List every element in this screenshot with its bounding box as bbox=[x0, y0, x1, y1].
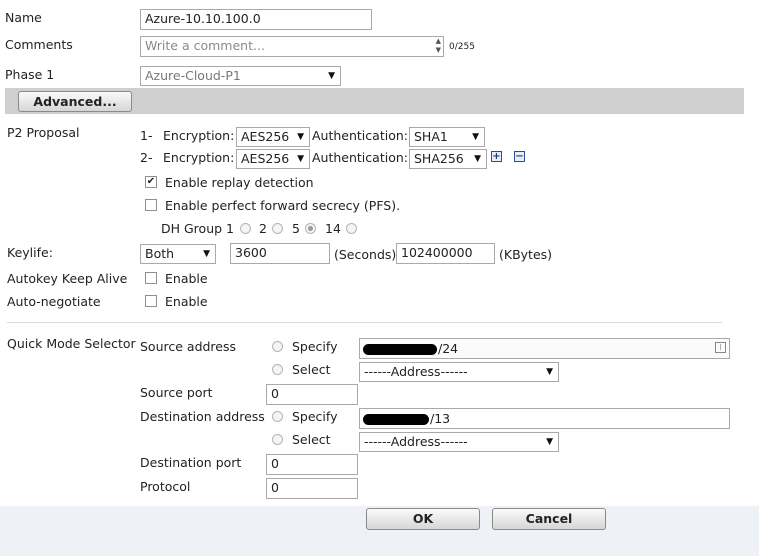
advanced-button[interactable]: Advanced... bbox=[18, 91, 132, 112]
destination-address-select[interactable]: ------Address------ ▼ bbox=[359, 432, 559, 452]
comments-textarea[interactable]: Write a comment... ▲ ▼ bbox=[140, 36, 444, 57]
dh-option-1-radio[interactable] bbox=[240, 223, 251, 234]
dh-option-14-radio[interactable] bbox=[346, 223, 357, 234]
comments-placeholder: Write a comment... bbox=[145, 38, 265, 53]
comments-label: Comments bbox=[5, 37, 73, 52]
proposal-1-auth-label: Authentication: bbox=[312, 128, 408, 143]
source-select-label: Select bbox=[292, 362, 331, 377]
proposal-2-encryption-value: AES256 bbox=[241, 151, 290, 166]
dh-group-label: DH Group bbox=[161, 221, 223, 236]
autokey-enable-label: Enable bbox=[165, 271, 208, 286]
add-proposal-icon[interactable]: + bbox=[491, 151, 502, 162]
keylife-label: Keylife: bbox=[7, 245, 53, 260]
quick-mode-selector-label: Quick Mode Selector bbox=[7, 336, 136, 351]
divider bbox=[7, 322, 722, 323]
source-address-select[interactable]: ------Address------ ▼ bbox=[359, 362, 559, 382]
keylife-type-select[interactable]: Both ▼ bbox=[140, 244, 216, 264]
proposal-1-encryption-select[interactable]: AES256 ▼ bbox=[236, 127, 310, 147]
proposal-1-index: 1- bbox=[140, 128, 153, 143]
source-port-label: Source port bbox=[140, 385, 213, 400]
dh-option-2-label: 2 bbox=[259, 221, 267, 236]
chevron-down-icon: ▼ bbox=[546, 437, 553, 447]
source-select-radio[interactable] bbox=[272, 364, 283, 375]
pfs-label: Enable perfect forward secrecy (PFS). bbox=[165, 198, 401, 213]
dh-option-5-label: 5 bbox=[292, 221, 300, 236]
redacted-mark bbox=[363, 344, 437, 355]
proposal-1-auth-select[interactable]: SHA1 ▼ bbox=[409, 127, 485, 147]
chevron-down-icon: ▼ bbox=[546, 367, 553, 377]
autokey-label: Autokey Keep Alive bbox=[7, 271, 128, 286]
source-port-input[interactable]: 0 bbox=[266, 384, 358, 405]
source-specify-label: Specify bbox=[292, 339, 338, 354]
proposal-2-encryption-select[interactable]: AES256 ▼ bbox=[236, 149, 310, 169]
proposal-1-encryption-value: AES256 bbox=[241, 129, 290, 144]
chevron-down-icon: ▼ bbox=[297, 132, 304, 142]
destination-select-radio[interactable] bbox=[272, 434, 283, 445]
phase1-label: Phase 1 bbox=[5, 67, 55, 82]
chevron-down-icon: ▼ bbox=[472, 132, 479, 142]
proposal-2-encryption-label: Encryption: bbox=[163, 150, 235, 165]
source-address-select-value: ------Address------ bbox=[364, 364, 468, 379]
dh-option-2-radio[interactable] bbox=[272, 223, 283, 234]
comment-counter: 0/255 bbox=[449, 42, 475, 52]
source-address-input[interactable]: /24 ⁝ bbox=[359, 338, 730, 359]
name-input[interactable]: Azure-10.10.100.0 bbox=[140, 9, 372, 30]
source-address-suffix: /24 bbox=[438, 341, 459, 356]
chevron-down-icon: ▼ bbox=[203, 249, 210, 259]
phase1-value: Azure-Cloud-P1 bbox=[145, 68, 241, 83]
autonegotiate-enable-label: Enable bbox=[165, 294, 208, 309]
dh-option-14-label: 14 bbox=[325, 221, 341, 236]
destination-specify-radio[interactable] bbox=[272, 411, 283, 422]
phase1-select[interactable]: Azure-Cloud-P1 ▼ bbox=[140, 66, 341, 86]
ok-button[interactable]: OK bbox=[366, 508, 480, 530]
destination-port-input[interactable]: 0 bbox=[266, 454, 358, 475]
autonegotiate-checkbox[interactable] bbox=[145, 295, 157, 307]
protocol-input[interactable]: 0 bbox=[266, 478, 358, 499]
dh-option-5-radio[interactable] bbox=[305, 223, 316, 234]
source-specify-radio[interactable] bbox=[272, 341, 283, 352]
destination-address-input[interactable]: /13 bbox=[359, 408, 730, 429]
replay-detection-checkbox[interactable]: ✔ bbox=[145, 176, 157, 188]
replay-detection-label: Enable replay detection bbox=[165, 175, 314, 190]
remove-proposal-icon[interactable]: − bbox=[514, 151, 525, 162]
redacted-mark bbox=[363, 414, 429, 425]
chevron-down-icon: ▼ bbox=[297, 154, 304, 164]
dh-option-1-label: 1 bbox=[226, 221, 234, 236]
destination-address-suffix: /13 bbox=[430, 411, 451, 426]
seconds-unit-label: (Seconds) bbox=[334, 247, 397, 262]
proposal-2-index: 2- bbox=[140, 150, 153, 165]
kbytes-unit-label: (KBytes) bbox=[499, 247, 553, 262]
name-label: Name bbox=[5, 10, 42, 25]
proposal-2-auth-value: SHA256 bbox=[414, 151, 464, 166]
proposal-2-auth-select[interactable]: SHA256 ▼ bbox=[409, 149, 487, 169]
p2-proposal-label: P2 Proposal bbox=[7, 125, 80, 140]
protocol-label: Protocol bbox=[140, 479, 191, 494]
autokey-checkbox[interactable] bbox=[145, 272, 157, 284]
source-address-label: Source address bbox=[140, 339, 237, 354]
chevron-down-icon: ▼ bbox=[474, 154, 481, 164]
destination-address-label: Destination address bbox=[140, 409, 265, 424]
cancel-button[interactable]: Cancel bbox=[492, 508, 606, 530]
chevron-down-icon: ▼ bbox=[328, 71, 335, 81]
destination-select-label: Select bbox=[292, 432, 331, 447]
proposal-1-auth-value: SHA1 bbox=[414, 129, 448, 144]
destination-address-select-value: ------Address------ bbox=[364, 434, 468, 449]
destination-specify-label: Specify bbox=[292, 409, 338, 424]
keylife-type-value: Both bbox=[145, 246, 175, 261]
destination-port-label: Destination port bbox=[140, 455, 242, 470]
proposal-1-encryption-label: Encryption: bbox=[163, 128, 235, 143]
keylife-kbytes-input[interactable]: 102400000 bbox=[396, 243, 495, 264]
keylife-seconds-input[interactable]: 3600 bbox=[230, 243, 330, 264]
autonegotiate-label: Auto-negotiate bbox=[7, 294, 101, 309]
proposal-2-auth-label: Authentication: bbox=[312, 150, 408, 165]
spinner-icon[interactable]: ▲ ▼ bbox=[436, 37, 441, 55]
address-picker-icon[interactable]: ⁝ bbox=[715, 342, 726, 353]
pfs-checkbox[interactable] bbox=[145, 199, 157, 211]
